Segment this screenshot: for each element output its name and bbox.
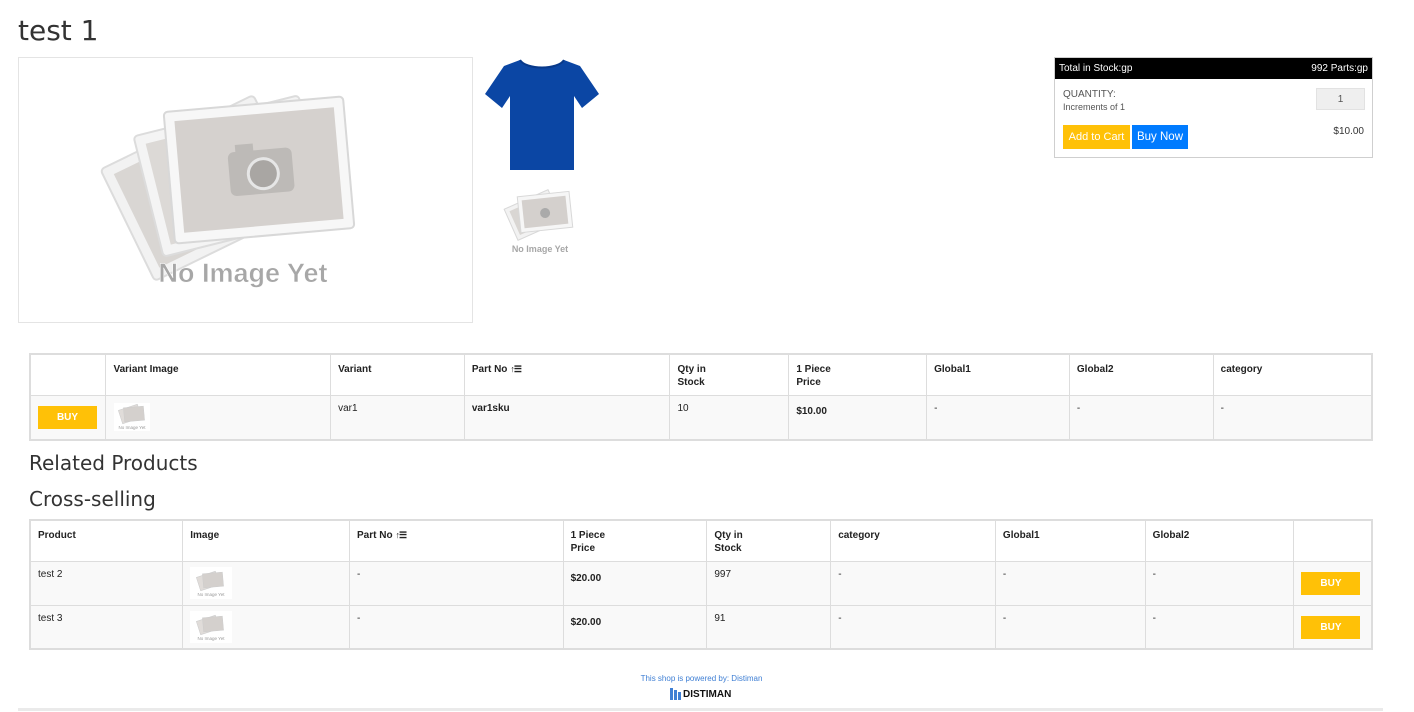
stock-value: 992 Parts:gp	[1311, 63, 1368, 74]
cell-variant: var1	[330, 394, 465, 441]
cell-global1: -	[994, 604, 1146, 650]
cell-category: -	[830, 560, 996, 606]
stock-label: Total in Stock:gp	[1059, 63, 1133, 74]
column-header: Product	[29, 519, 184, 562]
cell-category: -	[1212, 394, 1373, 441]
buy-button[interactable]: BUY	[1301, 571, 1361, 595]
column-header	[1293, 519, 1373, 562]
cell-global2: -	[1144, 604, 1295, 650]
column-header: category	[830, 519, 996, 562]
cell-qty: 997	[706, 560, 832, 606]
column-header: Global2	[1144, 519, 1295, 562]
cell-part-no: var1sku	[463, 394, 671, 441]
cell-category: -	[830, 604, 996, 650]
quantity-label: QUANTITY:	[1063, 89, 1116, 100]
distiman-logo-text: DISTIMAN	[683, 689, 731, 700]
no-image-caption: No Image Yet	[198, 592, 226, 597]
no-image-placeholder: No Image Yet	[503, 189, 574, 254]
column-header-label: Qty in Stock	[714, 530, 743, 554]
cell-price: $20.00	[562, 604, 708, 650]
table-row: BUY No Image Yet var1 var1sku 10 $10.00 …	[29, 394, 1373, 441]
cell-global1: -	[994, 560, 1146, 606]
table-row: test 3 No Image Yet - $20.00 91 - - - BU…	[29, 604, 1373, 650]
variant-image[interactable]: No Image Yet	[113, 402, 151, 432]
column-header-part-no[interactable]: Part No ↑☰	[463, 353, 671, 396]
cross-selling-table: Product Image Part No ↑☰ 1 Piece Price Qt…	[29, 519, 1373, 650]
column-header: category	[1212, 353, 1373, 396]
column-header: Qty in Stock	[669, 353, 790, 396]
variants-table: Variant Image Variant Part No ↑☰ Qty in S…	[29, 353, 1373, 441]
cell-price: $10.00	[788, 394, 928, 441]
cell-global2: -	[1144, 560, 1295, 606]
cross-selling-heading: Cross-selling	[29, 487, 156, 511]
cell-part-no: -	[348, 560, 564, 606]
column-header-label: Qty in Stock	[677, 364, 706, 388]
page-title: test 1	[18, 14, 99, 47]
cell-product[interactable]: test 3	[29, 604, 184, 650]
table-row: test 2 No Image Yet - $20.00 997 - - - B…	[29, 560, 1373, 606]
no-image-caption: No Image Yet	[119, 425, 147, 430]
cell-global1: -	[926, 394, 1070, 441]
quantity-increments: Increments of 1	[1063, 102, 1126, 112]
no-image-placeholder: No Image Yet	[100, 95, 356, 288]
column-header-label: 1 Piece Price	[796, 364, 831, 388]
column-header: Global1	[994, 519, 1146, 562]
sort-icon[interactable]: ↑☰	[510, 364, 522, 374]
column-header-label: 1 Piece Price	[570, 530, 606, 554]
column-header: Qty in Stock	[706, 519, 832, 562]
buy-button[interactable]: BUY	[1301, 615, 1361, 639]
column-header: 1 Piece Price	[788, 353, 928, 396]
cell-part-no: -	[348, 604, 564, 650]
product-image[interactable]: No Image Yet	[190, 610, 233, 643]
quantity-input[interactable]	[1316, 88, 1365, 110]
footer-divider	[18, 708, 1383, 711]
thumbnail-tshirt[interactable]	[482, 56, 600, 174]
column-header: Variant	[330, 353, 465, 396]
related-products-heading: Related Products	[29, 451, 198, 475]
buy-now-button[interactable]: Buy Now	[1132, 125, 1188, 149]
column-header: 1 Piece Price	[562, 519, 708, 562]
column-header-part-no[interactable]: Part No ↑☰	[348, 519, 564, 562]
stock-bar: Total in Stock:gp 992 Parts:gp	[1055, 58, 1372, 79]
cell-global2: -	[1068, 394, 1214, 441]
tshirt-image	[485, 59, 599, 170]
column-header-label: Part No	[471, 364, 508, 375]
buy-button[interactable]: BUY	[38, 405, 97, 429]
main-product-image[interactable]: No Image Yet	[18, 57, 473, 323]
buy-box: Total in Stock:gp 992 Parts:gp QUANTITY:…	[1054, 57, 1373, 158]
column-header: Global1	[926, 353, 1070, 396]
thumbnail-no-image[interactable]: No Image Yet	[495, 185, 585, 257]
cell-qty: 10	[669, 394, 790, 441]
unit-price: $10.00	[1333, 126, 1364, 137]
product-image[interactable]: No Image Yet	[190, 566, 233, 599]
add-to-cart-button[interactable]: Add to Cart	[1063, 125, 1130, 149]
no-image-caption: No Image Yet	[512, 244, 568, 254]
column-header: Variant Image	[105, 353, 332, 396]
cell-qty: 91	[706, 604, 832, 650]
sort-icon[interactable]: ↑☰	[396, 530, 408, 540]
cell-price: $20.00	[562, 560, 708, 606]
distiman-logo[interactable]: DISTIMAN	[669, 686, 733, 702]
cell-product[interactable]: test 2	[29, 560, 184, 606]
powered-by-text[interactable]: This shop is powered by: Distiman	[0, 674, 1403, 683]
column-header: Image	[182, 519, 350, 562]
column-header-label: Part No	[356, 530, 393, 541]
no-image-caption: No Image Yet	[158, 258, 327, 288]
no-image-caption: No Image Yet	[198, 636, 226, 641]
distiman-logo-icon: DISTIMAN	[670, 688, 731, 700]
column-header: Global2	[1068, 353, 1214, 396]
column-header	[29, 353, 107, 396]
